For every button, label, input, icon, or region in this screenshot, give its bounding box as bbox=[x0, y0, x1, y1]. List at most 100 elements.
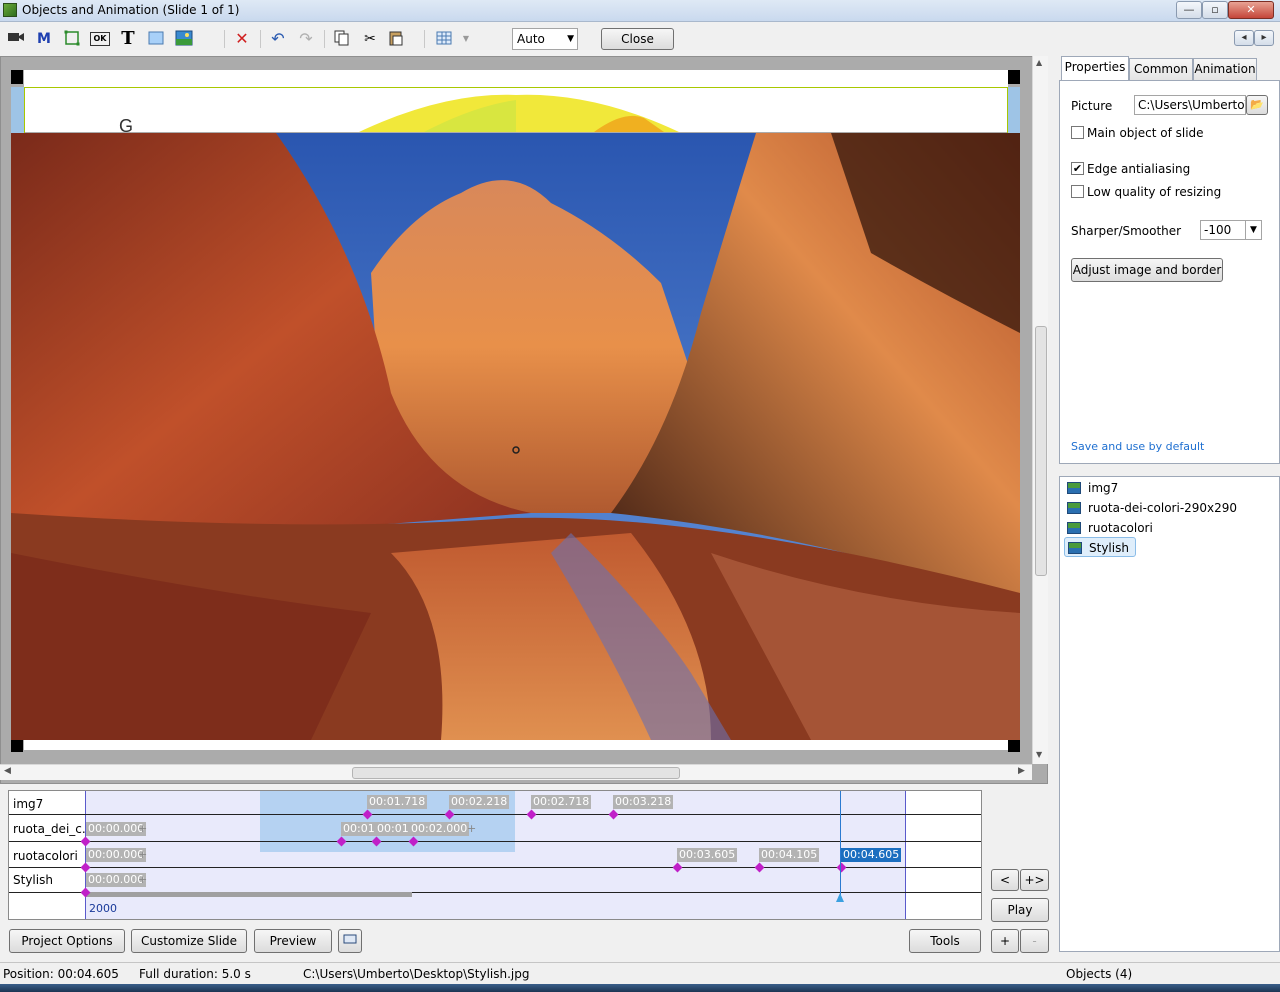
rectangle-icon[interactable] bbox=[146, 30, 166, 48]
playhead-marker-icon[interactable] bbox=[836, 893, 844, 902]
toolbar-separator bbox=[260, 30, 261, 48]
list-item[interactable]: ruota-dei-colori-290x290 bbox=[1064, 498, 1237, 518]
button-icon[interactable]: OK bbox=[90, 32, 110, 46]
grid-dropdown-icon[interactable]: ▼ bbox=[456, 30, 476, 48]
chevron-down-icon: ▼ bbox=[1245, 221, 1261, 239]
remove-button[interactable]: - bbox=[1020, 929, 1049, 953]
list-item[interactable]: Stylish bbox=[1064, 537, 1136, 557]
keyframe-label[interactable]: 00:03.218 bbox=[613, 795, 674, 809]
main-object-checkbox[interactable] bbox=[1071, 126, 1084, 139]
frame-icon[interactable] bbox=[62, 30, 82, 48]
next-keyframe-button[interactable]: +> bbox=[1020, 869, 1049, 891]
camera-icon[interactable] bbox=[6, 30, 26, 48]
sharper-smoother-select[interactable]: -100 ▼ bbox=[1200, 220, 1262, 240]
timeline[interactable]: img7 ruota_dei_c... ruotacolori Stylish … bbox=[8, 790, 982, 920]
image-icon bbox=[1067, 522, 1081, 534]
slideshow-icon[interactable] bbox=[338, 929, 362, 953]
object-list: img7 ruota-dei-colori-290x290 ruotacolor… bbox=[1059, 476, 1280, 952]
track-name-img7[interactable]: img7 bbox=[13, 797, 43, 811]
cut-icon[interactable]: ✂ bbox=[360, 30, 380, 48]
list-item[interactable]: ruotacolori bbox=[1064, 518, 1153, 538]
sharper-value: -100 bbox=[1204, 223, 1232, 237]
track-name-ruota[interactable]: ruota_dei_c... bbox=[13, 822, 93, 836]
next-slide-icon[interactable]: ▸ bbox=[1254, 30, 1274, 46]
browse-folder-icon[interactable]: 📂 bbox=[1246, 95, 1268, 115]
scroll-thumb[interactable] bbox=[352, 767, 680, 779]
add-keyframe-icon[interactable]: + bbox=[138, 822, 147, 835]
corner-handle[interactable] bbox=[1008, 738, 1020, 752]
horizontal-scrollbar[interactable]: ◀ ▶ bbox=[0, 764, 1032, 780]
image-icon bbox=[1067, 482, 1081, 494]
corner-handle[interactable] bbox=[11, 70, 23, 84]
tools-button[interactable]: Tools bbox=[909, 929, 981, 953]
corner-handle[interactable] bbox=[11, 738, 23, 752]
keyframe-label-selected[interactable]: 00:04.605 bbox=[841, 848, 902, 862]
add-button[interactable]: + bbox=[991, 929, 1019, 953]
zoom-select[interactable]: Auto ▼ bbox=[512, 28, 578, 50]
playhead[interactable] bbox=[840, 791, 841, 897]
edge-antialiasing-checkbox[interactable]: ✔ bbox=[1071, 162, 1084, 175]
tab-properties[interactable]: Properties bbox=[1061, 56, 1129, 80]
scroll-up-icon[interactable]: ▲ bbox=[1036, 58, 1042, 67]
track-name-ruotacolori[interactable]: ruotacolori bbox=[13, 849, 78, 863]
sharper-smoother-label: Sharper/Smoother bbox=[1071, 224, 1182, 238]
play-button[interactable]: Play bbox=[991, 898, 1049, 922]
list-item[interactable]: img7 bbox=[1064, 478, 1118, 498]
scroll-right-icon[interactable]: ▶ bbox=[1018, 766, 1025, 776]
text-icon[interactable]: T bbox=[118, 30, 138, 48]
status-file: C:\Users\Umberto\Desktop\Stylish.jpg bbox=[303, 967, 530, 981]
blue-edge bbox=[1008, 87, 1020, 133]
track-name-stylish[interactable]: Stylish bbox=[13, 873, 53, 887]
delete-icon[interactable]: ✕ bbox=[232, 30, 252, 48]
stylish-image[interactable] bbox=[11, 133, 1020, 740]
timeline-scale-label: 2000 bbox=[89, 902, 117, 915]
svg-text:G: G bbox=[119, 116, 133, 132]
image-icon[interactable] bbox=[174, 30, 194, 48]
paste-icon[interactable] bbox=[386, 30, 406, 48]
maximize-icon[interactable]: ▫ bbox=[1202, 1, 1228, 19]
status-objects: Objects (4) bbox=[1066, 967, 1133, 981]
undo-icon[interactable]: ↶ bbox=[268, 30, 288, 48]
customize-slide-button[interactable]: Customize Slide bbox=[131, 929, 247, 953]
add-keyframe-icon[interactable]: + bbox=[467, 822, 476, 835]
add-keyframe-icon[interactable]: + bbox=[138, 873, 147, 886]
project-options-button[interactable]: Project Options bbox=[9, 929, 125, 953]
save-default-link[interactable]: Save and use by default bbox=[1071, 440, 1204, 453]
taskbar bbox=[0, 984, 1280, 992]
picture-label: Picture bbox=[1071, 99, 1113, 113]
copy-icon[interactable] bbox=[332, 30, 352, 48]
close-button[interactable]: Close bbox=[601, 28, 674, 50]
slide-top-area: G bbox=[24, 70, 1008, 136]
add-keyframe-icon[interactable]: + bbox=[138, 848, 147, 861]
toolbar: M OK T ✕ ↶ ↷ ✂ ▼ Auto ▼ Close ◂ ▸ bbox=[0, 22, 1280, 56]
keyframe-label[interactable]: 00:02.218 bbox=[449, 795, 510, 809]
low-quality-checkbox[interactable] bbox=[1071, 185, 1084, 198]
main-object-label: Main object of slide bbox=[1087, 126, 1204, 140]
scroll-left-icon[interactable]: ◀ bbox=[4, 766, 11, 776]
tab-animation[interactable]: Animation bbox=[1193, 58, 1257, 80]
scroll-down-icon[interactable]: ▼ bbox=[1036, 750, 1042, 759]
title-bar: Objects and Animation (Slide 1 of 1) — ▫… bbox=[0, 0, 1280, 22]
grid-icon[interactable] bbox=[434, 30, 454, 48]
prev-slide-icon[interactable]: ◂ bbox=[1234, 30, 1254, 46]
scroll-thumb[interactable] bbox=[1035, 326, 1047, 576]
window-title: Objects and Animation (Slide 1 of 1) bbox=[22, 3, 240, 17]
chevron-down-icon: ▼ bbox=[567, 34, 574, 44]
keyframe-label[interactable]: 00:03.605 bbox=[677, 848, 738, 862]
vertical-scrollbar[interactable]: ▲ ▼ bbox=[1032, 56, 1048, 764]
minimize-icon[interactable]: — bbox=[1176, 1, 1202, 19]
preview-button[interactable]: Preview bbox=[254, 929, 332, 953]
prev-keyframe-button[interactable]: < bbox=[991, 869, 1019, 891]
keyframe-label[interactable]: 00:02.000 bbox=[409, 822, 470, 836]
keyframe-label[interactable]: 00:01.718 bbox=[367, 795, 428, 809]
close-icon[interactable]: ✕ bbox=[1228, 1, 1274, 19]
keyframe-label[interactable]: 00:02.718 bbox=[531, 795, 592, 809]
low-quality-label: Low quality of resizing bbox=[1087, 185, 1222, 199]
adjust-image-button[interactable]: Adjust image and border bbox=[1071, 258, 1223, 282]
mask-icon[interactable]: M bbox=[34, 30, 54, 48]
keyframe-label[interactable]: 00:04.105 bbox=[759, 848, 820, 862]
picture-path-field[interactable]: C:\Users\Umberto\Desktop\Stylish.jpg bbox=[1134, 95, 1246, 115]
tab-common[interactable]: Common bbox=[1129, 58, 1193, 80]
redo-icon[interactable]: ↷ bbox=[296, 30, 316, 48]
corner-handle[interactable] bbox=[1008, 70, 1020, 84]
